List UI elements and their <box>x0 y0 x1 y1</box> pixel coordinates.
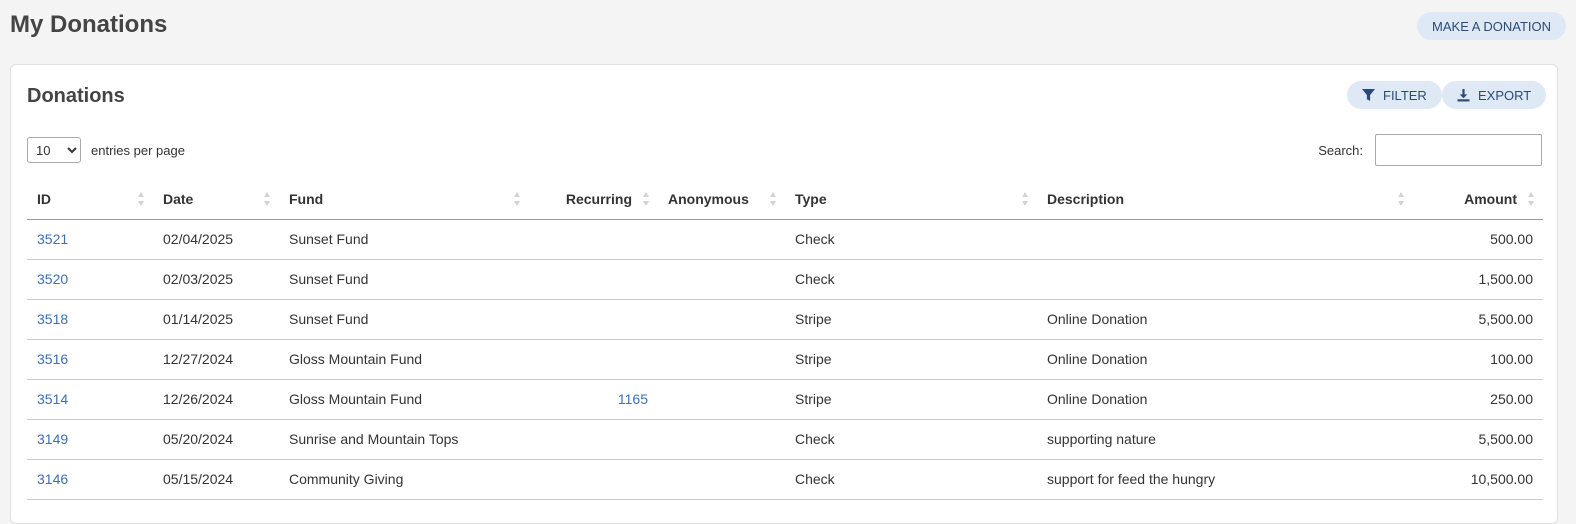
donation-fund: Gloss Mountain Fund <box>279 339 529 380</box>
donation-type: Check <box>785 219 1037 260</box>
donation-id-link[interactable]: 3520 <box>37 271 68 287</box>
table-row: 3149 05/20/2024 Sunrise and Mountain Top… <box>27 419 1543 460</box>
donation-anonymous <box>658 419 785 460</box>
column-header-label: Description <box>1047 190 1125 207</box>
donation-description: Online Donation <box>1037 299 1413 340</box>
donations-table: ID Date Fund Recurring Anonymous Type De… <box>27 179 1543 500</box>
filter-button[interactable]: FILTER <box>1347 81 1442 109</box>
donation-amount: 5,500.00 <box>1413 419 1543 460</box>
sort-icon <box>770 191 776 206</box>
donation-amount: 250.00 <box>1413 379 1543 420</box>
column-header-date[interactable]: Date <box>153 179 279 220</box>
donation-fund: Sunset Fund <box>279 299 529 340</box>
donations-card: Donations FILTER EXPORT 10 entries per p… <box>10 64 1558 524</box>
donation-type: Check <box>785 259 1037 300</box>
column-header-label: Type <box>795 190 827 207</box>
filter-button-label: FILTER <box>1383 87 1427 103</box>
sort-icon <box>1398 191 1404 206</box>
recurring-link[interactable]: 1165 <box>618 391 648 407</box>
column-header-anonymous[interactable]: Anonymous <box>658 179 785 220</box>
table-row: 3518 01/14/2025 Sunset Fund Stripe Onlin… <box>27 299 1543 340</box>
donation-fund: Sunset Fund <box>279 259 529 300</box>
donation-type: Check <box>785 419 1037 460</box>
donation-id-link[interactable]: 3146 <box>37 471 68 487</box>
donation-type: Stripe <box>785 299 1037 340</box>
column-header-amount[interactable]: Amount <box>1413 179 1543 220</box>
donation-anonymous <box>658 339 785 380</box>
page-title: My Donations <box>10 11 168 38</box>
sort-icon <box>643 191 649 206</box>
table-row: 3516 12/27/2024 Gloss Mountain Fund Stri… <box>27 339 1543 380</box>
donation-fund: Sunrise and Mountain Tops <box>279 419 529 460</box>
donation-date: 12/26/2024 <box>153 379 279 420</box>
donation-anonymous <box>658 219 785 260</box>
donation-type: Stripe <box>785 339 1037 380</box>
donation-amount: 100.00 <box>1413 339 1543 380</box>
donation-id-link[interactable]: 3514 <box>37 391 68 407</box>
download-icon <box>1457 88 1470 101</box>
donation-anonymous <box>658 259 785 300</box>
table-row: 3514 12/26/2024 Gloss Mountain Fund 1165… <box>27 379 1543 420</box>
search-input[interactable] <box>1375 134 1542 166</box>
column-header-recurring[interactable]: Recurring <box>529 179 658 220</box>
column-header-label: Amount <box>1464 190 1517 207</box>
make-donation-button[interactable]: MAKE A DONATION <box>1417 12 1566 40</box>
donation-amount: 500.00 <box>1413 219 1543 260</box>
export-button-label: EXPORT <box>1478 87 1532 103</box>
sort-icon <box>264 191 270 206</box>
column-header-fund[interactable]: Fund <box>279 179 529 220</box>
donation-id-link[interactable]: 3518 <box>37 311 68 327</box>
filter-icon <box>1362 88 1375 101</box>
donation-anonymous <box>658 379 785 420</box>
donation-type: Check <box>785 459 1037 500</box>
table-row: 3521 02/04/2025 Sunset Fund Check 500.00 <box>27 219 1543 260</box>
donation-date: 01/14/2025 <box>153 299 279 340</box>
sort-icon <box>1528 191 1534 206</box>
export-button[interactable]: EXPORT <box>1442 81 1547 109</box>
entries-per-page: 10 entries per page <box>27 137 185 163</box>
donation-date: 02/04/2025 <box>153 219 279 260</box>
table-row: 3146 05/15/2024 Community Giving Check s… <box>27 459 1543 500</box>
search-label: Search: <box>1318 142 1363 158</box>
column-header-type[interactable]: Type <box>785 179 1037 220</box>
donation-date: 05/15/2024 <box>153 459 279 500</box>
column-header-label: Anonymous <box>668 190 749 207</box>
donation-fund: Community Giving <box>279 459 529 500</box>
donation-amount: 10,500.00 <box>1413 459 1543 500</box>
column-header-label: Date <box>163 190 194 207</box>
donation-fund: Gloss Mountain Fund <box>279 379 529 420</box>
donation-description <box>1037 259 1413 300</box>
donation-anonymous <box>658 459 785 500</box>
donation-date: 12/27/2024 <box>153 339 279 380</box>
entries-label: entries per page <box>91 142 185 158</box>
column-header-label: ID <box>37 190 51 207</box>
donation-description: Online Donation <box>1037 339 1413 380</box>
donation-description <box>1037 219 1413 260</box>
table-header-row: ID Date Fund Recurring Anonymous Type De… <box>27 179 1543 220</box>
donation-fund: Sunset Fund <box>279 219 529 260</box>
donation-anonymous <box>658 299 785 340</box>
search-area: Search: <box>1318 134 1542 166</box>
donation-id-link[interactable]: 3516 <box>37 351 68 367</box>
donation-amount: 5,500.00 <box>1413 299 1543 340</box>
card-title: Donations <box>27 85 125 107</box>
donation-date: 05/20/2024 <box>153 419 279 460</box>
donation-id-link[interactable]: 3521 <box>37 231 68 247</box>
table-row: 3520 02/03/2025 Sunset Fund Check 1,500.… <box>27 259 1543 300</box>
entries-select[interactable]: 10 <box>27 137 81 163</box>
sort-icon <box>138 191 144 206</box>
donation-date: 02/03/2025 <box>153 259 279 300</box>
column-header-description[interactable]: Description <box>1037 179 1413 220</box>
column-header-label: Fund <box>289 190 324 207</box>
donation-description: supporting nature <box>1037 419 1413 460</box>
donation-amount: 1,500.00 <box>1413 259 1543 300</box>
column-header-id[interactable]: ID <box>27 179 153 220</box>
donation-type: Stripe <box>785 379 1037 420</box>
donation-description: support for feed the hungry <box>1037 459 1413 500</box>
column-header-label: Recurring <box>565 190 632 207</box>
donation-id-link[interactable]: 3149 <box>37 431 68 447</box>
sort-icon <box>514 191 520 206</box>
donation-description: Online Donation <box>1037 379 1413 420</box>
sort-icon <box>1022 191 1028 206</box>
